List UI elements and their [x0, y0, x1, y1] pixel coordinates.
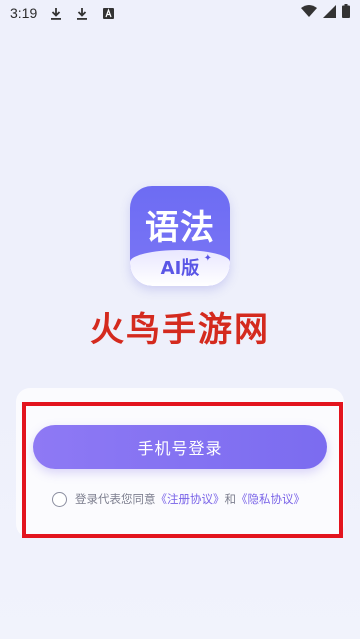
download-icon [75, 6, 89, 20]
phone-login-button[interactable]: 手机号登录 [33, 425, 327, 469]
text-a-icon [101, 6, 115, 20]
agreement-prefix: 登录代表您同意 [75, 492, 156, 506]
agreement-checkbox[interactable] [52, 491, 67, 507]
battery-icon [342, 4, 350, 22]
terms-link[interactable]: 《注册协议》 [156, 491, 225, 507]
agreement-and: 和 [224, 492, 237, 506]
app-logo: 语法 AI版 ✦ [130, 186, 230, 286]
status-bar: 3:19 [0, 0, 360, 26]
privacy-link[interactable]: 《隐私协议》 [236, 491, 305, 507]
logo-subtitle: AI版 [160, 258, 200, 279]
sparkle-icon: ✦ [203, 253, 212, 264]
status-right-icons [301, 4, 350, 22]
brand-watermark: 火鸟手游网 [90, 310, 270, 350]
wifi-icon [301, 4, 317, 22]
download-icon [49, 6, 63, 20]
status-time: 3:19 [10, 5, 38, 21]
highlight-frame [22, 402, 343, 538]
signal-icon [323, 4, 336, 22]
logo-title: 语法 [145, 208, 215, 248]
agreement-row: 登录代表您同意 《注册协议》 和 《隐私协议》 [52, 489, 305, 509]
